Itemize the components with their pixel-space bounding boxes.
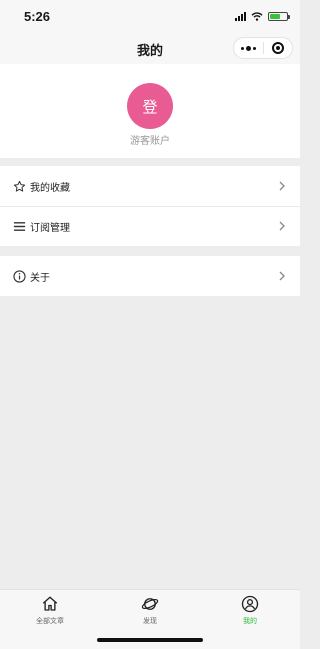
chevron-right-icon xyxy=(279,271,285,281)
more-icon xyxy=(240,45,256,51)
star-icon xyxy=(12,179,26,193)
menu-item-label: 订阅管理 xyxy=(30,222,70,234)
menu-item-label: 关于 xyxy=(30,272,50,284)
user-icon xyxy=(200,594,300,614)
profile-section: 登 游客账户 xyxy=(0,64,300,158)
home-icon xyxy=(0,594,100,614)
chevron-right-icon xyxy=(279,221,285,231)
user-name: 游客账户 xyxy=(130,136,170,147)
tab-label: 我的 xyxy=(243,617,257,625)
planet-icon xyxy=(100,594,200,614)
close-miniprogram-button[interactable] xyxy=(264,38,293,58)
tab-label: 全部文章 xyxy=(36,617,64,625)
tab-discover[interactable]: 发现 xyxy=(100,594,200,626)
menu-item-label: 我的收藏 xyxy=(30,182,70,194)
target-icon xyxy=(271,42,284,54)
more-button[interactable] xyxy=(234,38,263,58)
tab-mine[interactable]: 我的 xyxy=(200,594,300,626)
status-bar: 5:26 xyxy=(0,0,300,36)
home-indicator xyxy=(97,638,203,642)
battery-icon xyxy=(268,12,290,21)
menu-item-subscriptions[interactable]: 订阅管理 xyxy=(0,206,300,246)
menu-group-secondary: 关于 xyxy=(0,256,300,296)
signal-icon xyxy=(235,12,246,21)
mini-program-capsule xyxy=(233,37,293,59)
chevron-right-icon xyxy=(279,181,285,191)
avatar-text: 登 xyxy=(142,97,158,116)
list-icon xyxy=(12,219,26,233)
system-icons xyxy=(235,12,290,21)
wifi-icon xyxy=(251,12,263,21)
status-time: 5:26 xyxy=(24,9,51,24)
menu-item-favorites[interactable]: 我的收藏 xyxy=(0,166,300,206)
info-icon xyxy=(12,269,26,283)
menu-group-primary: 我的收藏 订阅管理 xyxy=(0,166,300,246)
avatar[interactable]: 登 xyxy=(127,83,173,129)
tab-label: 发现 xyxy=(143,617,157,625)
menu-item-about[interactable]: 关于 xyxy=(0,256,300,296)
tab-all-articles[interactable]: 全部文章 xyxy=(0,594,100,626)
navigation-bar: 我的 xyxy=(0,36,300,64)
